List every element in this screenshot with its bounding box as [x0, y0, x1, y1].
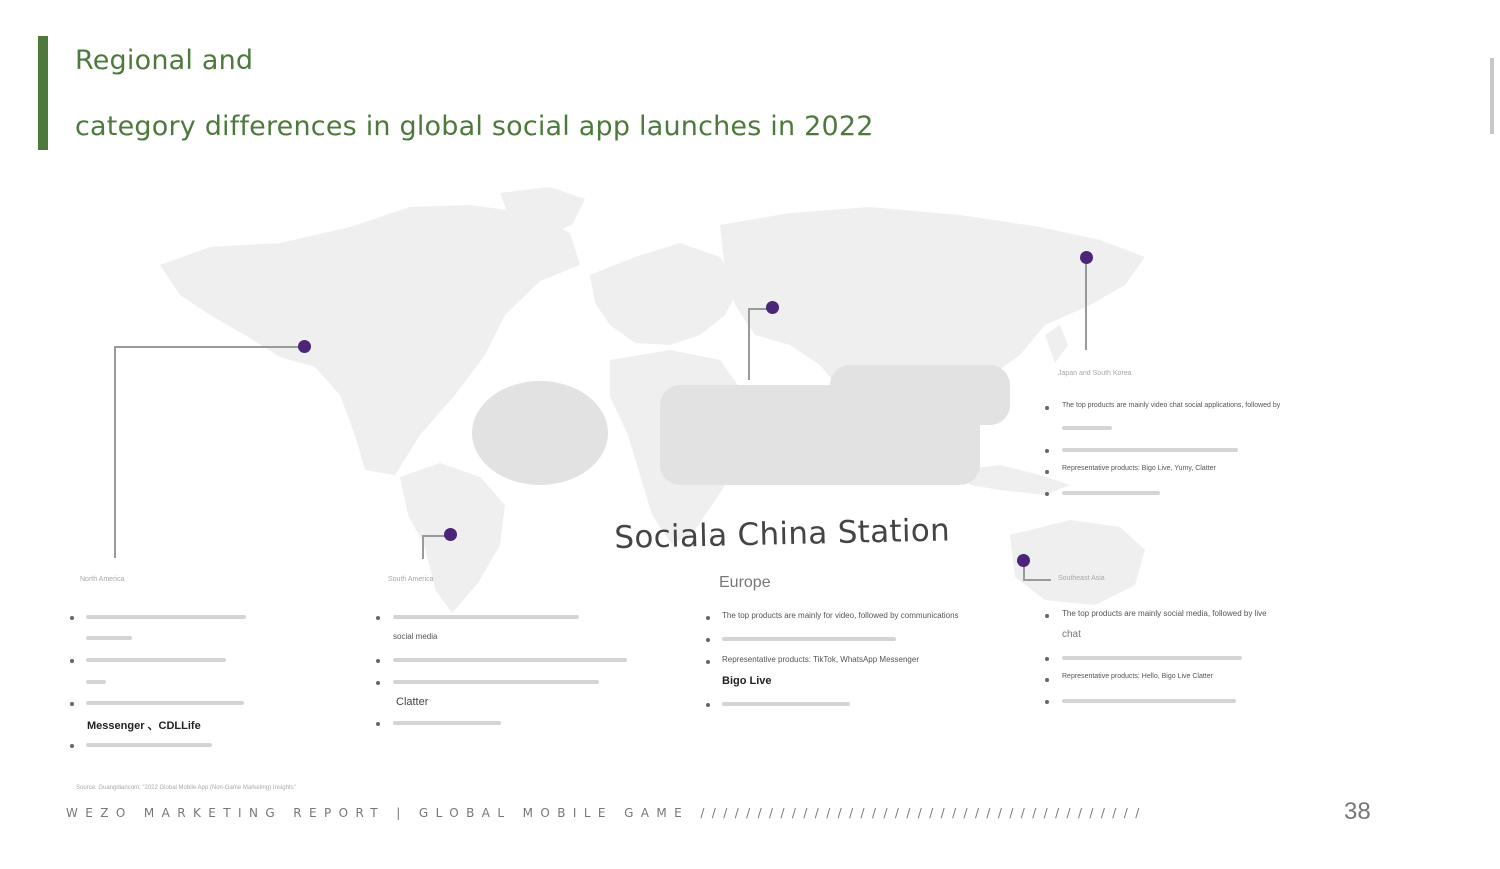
page-number: 38 [1344, 798, 1371, 825]
bullet [1045, 614, 1049, 618]
europe-rep-label: Representative products: TikTok, WhatsAp… [722, 655, 919, 664]
europe-shape [590, 243, 740, 345]
blurred-text [393, 721, 501, 725]
japan-korea-rep-label: Representative products: Bigo Live, Yumy… [1062, 465, 1216, 472]
southeast-asia-item1: The top products are mainly social media… [1062, 609, 1267, 618]
southeast-asia-item1-cont: chat [1062, 629, 1081, 640]
bullet [1045, 678, 1049, 682]
south-america-item1-cont: social media [393, 632, 438, 641]
blurred-text [86, 680, 106, 684]
bullet [1045, 700, 1049, 704]
australia-shape [1010, 520, 1145, 605]
footer-report-title: WEZO MARKETING REPORT | GLOBAL MOBILE GA… [66, 806, 1147, 820]
southeast-asia-pin[interactable] [1017, 554, 1030, 567]
blurred-text [1062, 426, 1112, 430]
southeast-asia-rep-label: Representative products: Hello, Bigo Liv… [1062, 673, 1213, 680]
title-accent-bar [38, 36, 48, 150]
blurred-text [393, 615, 579, 619]
blurred-text [1062, 656, 1242, 660]
bullet [376, 616, 380, 620]
blurred-text [393, 680, 599, 684]
bullet [1045, 492, 1049, 496]
bullet [706, 616, 710, 620]
sa-leader-vertical [422, 535, 424, 559]
blurred-text [722, 637, 896, 641]
na-leader-vertical [114, 346, 116, 558]
bullet [376, 659, 380, 663]
jk-leader-vertical [1085, 260, 1087, 350]
map-subheading: Europe [719, 574, 771, 591]
europe-products: Bigo Live [722, 675, 772, 687]
japan-shape [1045, 325, 1068, 363]
blurred-text [86, 743, 212, 747]
bullet [70, 744, 74, 748]
north-america-pin[interactable] [298, 340, 311, 353]
page-title-line-2: category differences in global social ap… [75, 111, 874, 142]
south-america-pin[interactable] [444, 528, 457, 541]
blurred-text [86, 701, 244, 705]
blurred-text [86, 615, 246, 619]
bullet [70, 702, 74, 706]
north-america-products: Messenger 、CDLLife [87, 720, 201, 732]
blurred-text [393, 658, 627, 662]
blurred-text [1062, 699, 1236, 703]
blurred-text [1062, 491, 1160, 495]
bullet [1045, 470, 1049, 474]
bullet [706, 660, 710, 664]
japan-korea-item1: The top products are mainly video chat s… [1062, 402, 1281, 409]
europe-item1: The top products are mainly for video, f… [722, 611, 959, 620]
bullet [70, 616, 74, 620]
bullet [1045, 657, 1049, 661]
japan-korea-label: Japan and South Korea [1058, 370, 1132, 377]
south-america-products: Clatter [396, 696, 429, 708]
sea-leader-horizontal [1023, 579, 1051, 581]
bullet [706, 703, 710, 707]
bullet [1045, 449, 1049, 453]
bullet [70, 659, 74, 663]
bullet [376, 681, 380, 685]
map-heading: Sociala China Station [614, 512, 951, 556]
edge-marker [1490, 58, 1494, 134]
blurred-text [86, 636, 132, 640]
bullet [376, 722, 380, 726]
blurred-text [722, 702, 850, 706]
japan-korea-pin[interactable] [1080, 251, 1093, 264]
source-note: Source: Guangdiancom, "2022 Global Mobil… [76, 785, 296, 791]
na-leader-horizontal [114, 346, 304, 348]
europe-pin[interactable] [766, 301, 779, 314]
page-title-line-1: Regional and [75, 45, 254, 76]
blurred-text [1062, 448, 1238, 452]
blurred-text [86, 658, 226, 662]
bullet [1045, 406, 1049, 410]
southeast-asia-label: Southeast Asia [1058, 575, 1105, 582]
north-america-label: North America [80, 576, 125, 583]
south-america-label: South America [388, 576, 434, 583]
bullet [706, 638, 710, 642]
eu-leader-vertical [748, 308, 750, 380]
